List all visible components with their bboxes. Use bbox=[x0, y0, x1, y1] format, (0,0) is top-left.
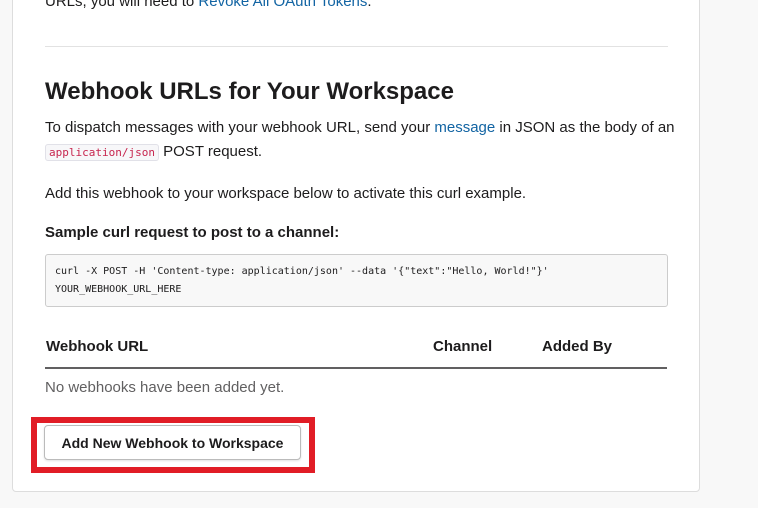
curl-line: YOUR_WEBHOOK_URL_HERE bbox=[55, 284, 182, 295]
revoke-oauth-tokens-link[interactable]: Revoke All OAuth Tokens bbox=[198, 0, 367, 10]
activation-note: Add this webhook to your workspace below… bbox=[45, 185, 527, 202]
section-title: Webhook URLs for Your Workspace bbox=[45, 78, 454, 105]
content-type-code: application/json bbox=[45, 144, 159, 161]
section-divider bbox=[45, 46, 668, 47]
curl-code-block[interactable]: curl -X POST -H 'Content-type: applicati… bbox=[45, 254, 668, 307]
dispatch-instructions: To dispatch messages with your webhook U… bbox=[45, 119, 675, 161]
column-webhook-url: Webhook URL bbox=[46, 338, 149, 355]
empty-webhooks-message: No webhooks have been added yet. bbox=[45, 379, 285, 396]
oauth-revoke-note: URLs, you will need to Revoke All OAuth … bbox=[45, 0, 372, 10]
curl-line: curl -X POST -H 'Content-type: applicati… bbox=[55, 266, 549, 277]
column-channel: Channel bbox=[433, 338, 493, 355]
message-link[interactable]: message bbox=[434, 119, 495, 136]
column-added-by: Added By bbox=[542, 338, 613, 355]
add-new-webhook-button[interactable]: Add New Webhook to Workspace bbox=[44, 425, 301, 460]
webhooks-table-header: Webhook URL Channel Added By bbox=[45, 336, 667, 369]
sample-curl-label: Sample curl request to post to a channel… bbox=[45, 224, 340, 241]
